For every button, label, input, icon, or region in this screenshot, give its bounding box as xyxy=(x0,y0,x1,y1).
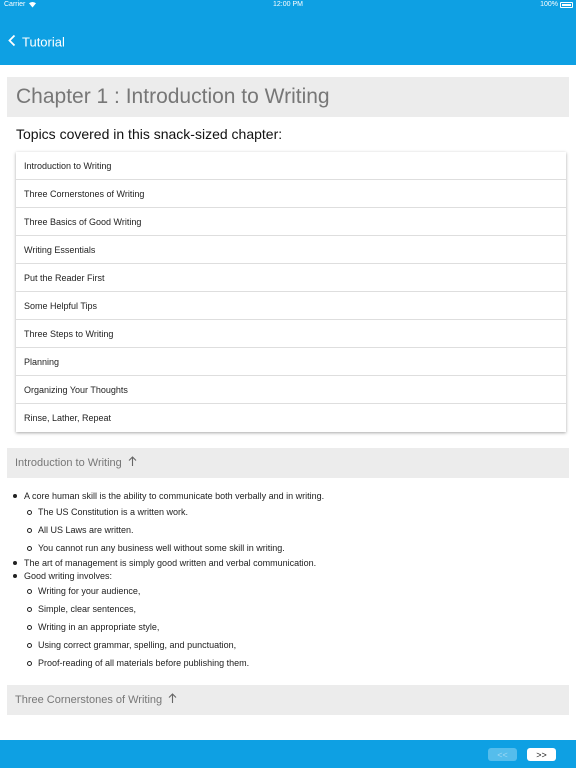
section-header-introduction[interactable]: Introduction to Writing xyxy=(7,448,569,478)
bullet-dot xyxy=(13,561,17,565)
bullet-text: Writing in an appropriate style, xyxy=(38,622,160,632)
topic-item[interactable]: Some Helpful Tips xyxy=(16,292,566,320)
chapter-content[interactable]: Chapter 1 : Introduction to Writing Topi… xyxy=(0,65,576,740)
bullet-text: You cannot run any business well without… xyxy=(38,543,285,553)
sub-bullet-circle xyxy=(27,528,32,533)
bullet-text: Using correct grammar, spelling, and pun… xyxy=(38,640,237,650)
topic-item[interactable]: Writing Essentials xyxy=(16,236,566,264)
chapter-header: Chapter 1 : Introduction to Writing xyxy=(7,77,569,117)
section-title: Introduction to Writing xyxy=(15,457,122,469)
bullet-text: Simple, clear sentences, xyxy=(38,604,137,614)
bullet-dot xyxy=(13,494,17,498)
bullet-text: The art of management is simply good wri… xyxy=(24,558,317,568)
topic-item[interactable]: Three Steps to Writing xyxy=(16,320,566,348)
back-button-label: Tutorial xyxy=(22,34,65,50)
topic-item[interactable]: Planning xyxy=(16,348,566,376)
topic-item[interactable]: Three Cornerstones of Writing xyxy=(16,180,566,208)
chevron-left-icon xyxy=(8,34,16,50)
topic-item[interactable]: Rinse, Lather, Repeat xyxy=(16,404,566,432)
back-button[interactable]: Tutorial xyxy=(8,35,65,50)
nav-bar: Tutorial xyxy=(0,12,576,65)
topic-item[interactable]: Put the Reader First xyxy=(16,264,566,292)
sub-bullet-circle xyxy=(27,661,32,666)
battery-icon xyxy=(560,2,573,8)
topics-list: Introduction to Writing Three Cornerston… xyxy=(16,152,566,432)
status-time: 12:00 PM xyxy=(273,1,303,8)
sub-bullet-circle xyxy=(27,625,32,630)
sub-bullet-circle xyxy=(27,589,32,594)
topic-item[interactable]: Introduction to Writing xyxy=(16,152,566,180)
section-title: Three Cornerstones of Writing xyxy=(15,694,163,706)
bullet-text: Good writing involves: xyxy=(24,571,113,581)
topic-item[interactable]: Organizing Your Thoughts xyxy=(16,376,566,404)
bottom-toolbar: << >> xyxy=(0,740,576,768)
battery-percent: 100% xyxy=(540,1,558,8)
bullet-dot xyxy=(13,574,17,578)
bullet-text: All US Laws are written. xyxy=(38,525,134,535)
previous-page-button[interactable]: << xyxy=(488,748,517,761)
chapter-title: Chapter 1 : Introduction to Writing xyxy=(16,85,330,108)
topics-intro: Topics covered in this snack-sized chapt… xyxy=(16,126,283,142)
sub-bullet-circle xyxy=(27,607,32,612)
sub-bullet-circle xyxy=(27,510,32,515)
next-page-button[interactable]: >> xyxy=(527,748,556,761)
bullet-text: A core human skill is the ability to com… xyxy=(24,491,325,501)
sub-bullet-circle xyxy=(27,546,32,551)
arrow-up-icon[interactable] xyxy=(128,456,137,470)
sub-bullet-circle xyxy=(27,643,32,648)
section-header-cornerstones[interactable]: Three Cornerstones of Writing xyxy=(7,685,569,715)
topic-item[interactable]: Three Basics of Good Writing xyxy=(16,208,566,236)
arrow-up-icon[interactable] xyxy=(168,693,177,707)
bullet-text: The US Constitution is a written work. xyxy=(38,507,189,517)
status-bar: Carrier 12:00 PM 100% xyxy=(0,0,576,12)
bullet-text: Proof-reading of all materials before pu… xyxy=(38,658,250,668)
bullet-text: Writing for your audience, xyxy=(38,586,141,596)
